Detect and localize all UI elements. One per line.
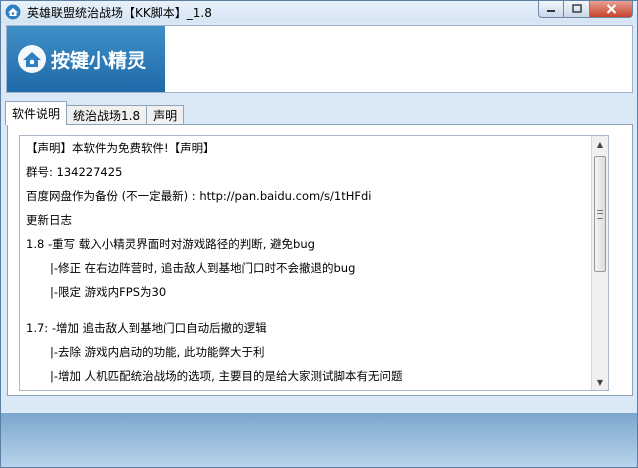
tab-statement[interactable]: 声明 bbox=[146, 105, 185, 125]
app-house-icon bbox=[5, 4, 21, 20]
text-line: 更新日志 bbox=[26, 213, 72, 227]
text-line: |-修正 在右边阵营时, 追击敌人到基地门口时不会撤退的bug bbox=[50, 261, 356, 275]
maximize-icon bbox=[571, 4, 582, 13]
text-line: 群号: 134227425 bbox=[26, 165, 123, 179]
title-bar[interactable]: 英雄联盟统治战场【KK脚本】_1.8 bbox=[1, 1, 637, 23]
app-window: 英雄联盟统治战场【KK脚本】_1.8 按键小精灵 软件说明 统治战场1.8 声明… bbox=[0, 0, 638, 468]
scrollbar-thumb[interactable] bbox=[594, 156, 606, 272]
scroll-up-arrow-icon[interactable]: ▲ bbox=[592, 136, 608, 152]
text-line: |-增加 人机匹配统治战场的选项, 主要目的是给大家测试脚本有无问题 bbox=[50, 369, 403, 383]
text-line: |-去除 游戏内启动的功能, 此功能弊大于利 bbox=[50, 345, 265, 359]
banner-logo: 按键小精灵 bbox=[7, 26, 165, 92]
window-title: 英雄联盟统治战场【KK脚本】_1.8 bbox=[27, 5, 212, 20]
text-line: 1.7: -增加 追击敌人到基地门口自动后撤的逻辑 bbox=[26, 321, 267, 335]
scroll-down-arrow-icon[interactable]: ▼ bbox=[592, 374, 608, 390]
close-button[interactable] bbox=[590, 1, 633, 18]
text-line: 百度网盘作为备份 (不一定最新) : http://pan.baidu.com/… bbox=[26, 189, 372, 203]
window-controls bbox=[538, 1, 633, 18]
text-line: |-限定 游戏内FPS为30 bbox=[50, 285, 167, 299]
minimize-button[interactable] bbox=[538, 1, 564, 18]
banner: 按键小精灵 bbox=[6, 25, 633, 93]
tab-software-info[interactable]: 软件说明 bbox=[5, 101, 68, 125]
house-logo-icon bbox=[18, 45, 46, 73]
text-line: 【声明】本软件为免费软件!【声明】 bbox=[26, 141, 215, 155]
tab-strip: 软件说明 统治战场1.8 声明 bbox=[5, 101, 185, 125]
banner-logo-text: 按键小精灵 bbox=[51, 49, 147, 72]
tab-panel: 【声明】本软件为免费软件!【声明】 群号: 134227425 百度网盘作为备份… bbox=[7, 124, 633, 396]
text-line: 1.8 -重写 载入小精灵界面时对游戏路径的判断, 避免bug bbox=[26, 237, 315, 251]
vertical-scrollbar[interactable]: ▲ ▼ bbox=[591, 136, 608, 390]
info-textbox[interactable]: 【声明】本软件为免费软件!【声明】 群号: 134227425 百度网盘作为备份… bbox=[19, 135, 609, 391]
maximize-button[interactable] bbox=[564, 1, 590, 18]
close-icon bbox=[606, 4, 616, 14]
grip-icon bbox=[597, 209, 603, 219]
footer-band bbox=[1, 413, 637, 467]
minimize-icon bbox=[547, 10, 555, 12]
tab-domination-1-8[interactable]: 统治战场1.8 bbox=[66, 105, 148, 125]
